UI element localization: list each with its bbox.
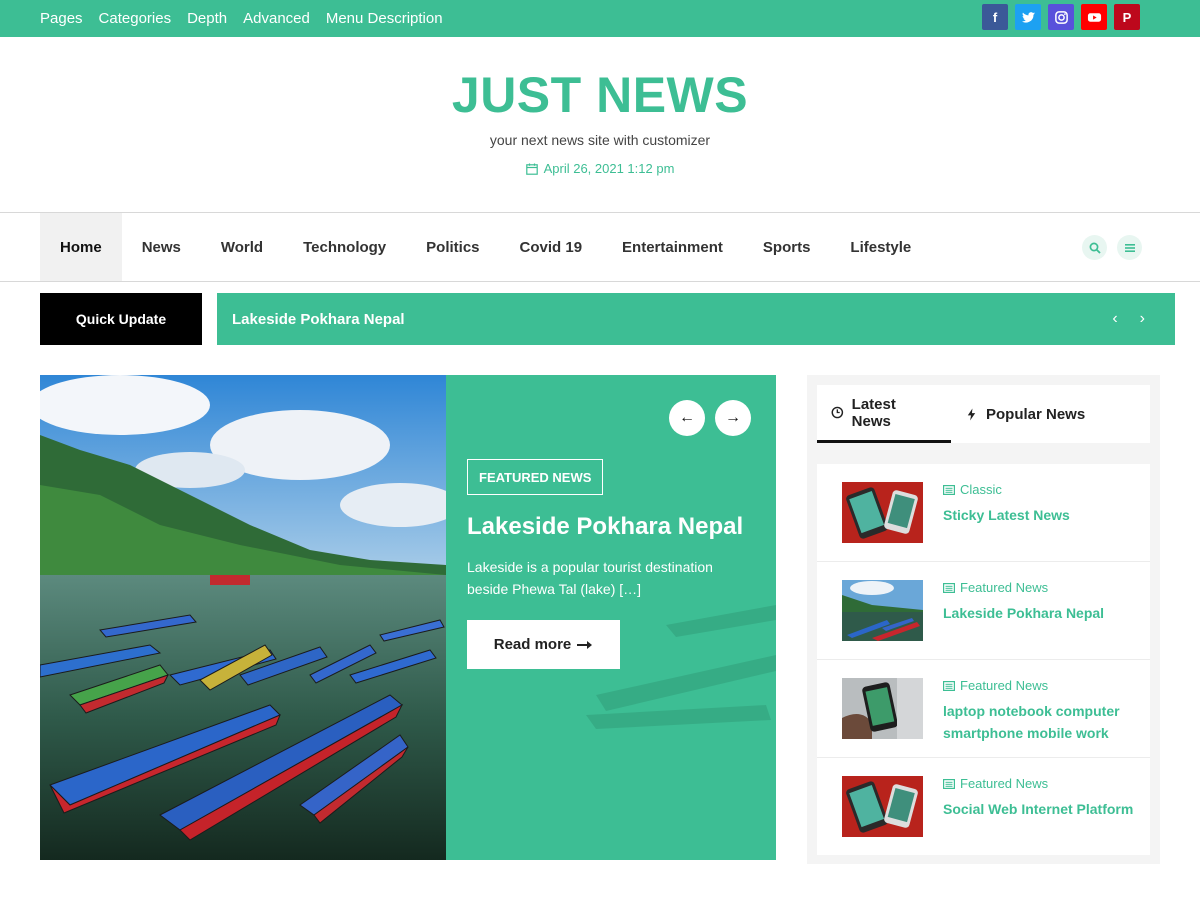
- post-title[interactable]: Social Web Internet Platform: [943, 798, 1138, 820]
- tab-popular-news[interactable]: Popular News: [951, 385, 1099, 443]
- nav-actions: [1082, 235, 1142, 260]
- bolt-icon: [967, 407, 976, 421]
- post-thumbnail[interactable]: [842, 580, 923, 641]
- site-tagline: your next news site with customizer: [489, 132, 711, 148]
- post-thumbnail[interactable]: [842, 482, 923, 543]
- read-more-button[interactable]: Read more: [467, 620, 620, 669]
- social-links: f P: [982, 4, 1140, 30]
- post-category[interactable]: Featured News: [943, 776, 1048, 791]
- tab-popular-news-label: Popular News: [986, 405, 1086, 423]
- news-ticker: Lakeside Pokhara Nepal ‹ ›: [217, 293, 1175, 345]
- post-category-label: Classic: [960, 482, 1002, 497]
- facebook-icon[interactable]: f: [982, 4, 1008, 30]
- nav-item-technology[interactable]: Technology: [283, 213, 406, 281]
- list-item[interactable]: Featured News laptop notebook computer s…: [817, 660, 1150, 758]
- main-nav-list: Home News World Technology Politics Covi…: [40, 213, 931, 281]
- arrow-right-icon: [577, 640, 593, 649]
- featured-title[interactable]: Lakeside Pokhara Nepal: [467, 513, 767, 541]
- ticker-prev-button[interactable]: ‹: [1112, 310, 1117, 328]
- post-category[interactable]: Classic: [943, 482, 1002, 497]
- post-category[interactable]: Featured News: [943, 580, 1048, 595]
- post-title[interactable]: laptop notebook computer smartphone mobi…: [943, 700, 1138, 744]
- featured-image[interactable]: [40, 375, 446, 860]
- newspaper-icon: [943, 778, 955, 789]
- post-title[interactable]: Sticky Latest News: [943, 504, 1138, 526]
- ticker-next-button[interactable]: ›: [1140, 310, 1145, 328]
- post-thumbnail[interactable]: [842, 776, 923, 837]
- featured-next-button[interactable]: →: [715, 400, 751, 436]
- post-category-label: Featured News: [960, 678, 1049, 693]
- nav-item-entertainment[interactable]: Entertainment: [602, 213, 743, 281]
- list-item[interactable]: Featured News Lakeside Pokhara Nepal: [817, 562, 1150, 660]
- post-category-label: Featured News: [960, 580, 1049, 595]
- newspaper-icon: [943, 484, 955, 495]
- top-link-advanced[interactable]: Advanced: [243, 10, 310, 27]
- nav-item-home[interactable]: Home: [40, 213, 122, 281]
- top-link-depth[interactable]: Depth: [187, 10, 227, 27]
- top-nav: Pages Categories Depth Advanced Menu Des…: [40, 0, 443, 37]
- newspaper-icon: [943, 680, 955, 691]
- main-nav: Home News World Technology Politics Covi…: [0, 212, 1200, 282]
- post-category[interactable]: Featured News: [943, 678, 1048, 693]
- top-link-menu-description[interactable]: Menu Description: [326, 10, 443, 27]
- tab-latest-news-label: Latest News: [851, 395, 896, 430]
- header-date: April 26, 2021 1:12 pm: [0, 161, 1200, 176]
- featured-badge[interactable]: FEATURED NEWS: [467, 459, 604, 495]
- top-bar: Pages Categories Depth Advanced Menu Des…: [0, 0, 1200, 37]
- post-title[interactable]: Lakeside Pokhara Nepal: [943, 602, 1138, 624]
- featured-panel: [446, 375, 776, 860]
- list-item[interactable]: Featured News Social Web Internet Platfo…: [817, 758, 1150, 856]
- instagram-icon[interactable]: [1048, 4, 1074, 30]
- sidebar-tabs: Latest News Popular News: [817, 385, 1150, 443]
- menu-icon[interactable]: [1117, 235, 1142, 260]
- newspaper-icon: [943, 582, 955, 593]
- clock-icon: [831, 406, 844, 419]
- calendar-icon: [525, 163, 538, 175]
- ticker-headline[interactable]: Lakeside Pokhara Nepal: [232, 293, 405, 345]
- featured-excerpt: Lakeside is a popular tourist destinatio…: [467, 559, 713, 597]
- ticker-controls: ‹ ›: [1112, 293, 1145, 345]
- top-link-categories[interactable]: Categories: [99, 10, 172, 27]
- quick-update-label: Quick Update: [40, 293, 202, 345]
- pinterest-icon[interactable]: P: [1114, 4, 1140, 30]
- twitter-icon[interactable]: [1015, 4, 1041, 30]
- post-category-label: Featured News: [960, 776, 1049, 791]
- featured-prev-button[interactable]: ←: [669, 400, 705, 436]
- nav-item-news[interactable]: News: [122, 213, 201, 281]
- latest-news-list: Classic Sticky Latest News Featured News…: [817, 464, 1150, 855]
- top-link-pages[interactable]: Pages: [40, 10, 83, 27]
- list-item[interactable]: Classic Sticky Latest News: [817, 464, 1150, 562]
- search-icon[interactable]: [1082, 235, 1107, 260]
- nav-item-politics[interactable]: Politics: [406, 213, 499, 281]
- nav-item-world[interactable]: World: [201, 213, 283, 281]
- nav-item-sports[interactable]: Sports: [743, 213, 831, 281]
- site-title[interactable]: JUST NEWS: [0, 66, 1200, 124]
- nav-item-covid-19[interactable]: Covid 19: [500, 213, 603, 281]
- nav-item-lifestyle[interactable]: Lifestyle: [830, 213, 931, 281]
- date-text: April 26, 2021 1:12 pm: [543, 161, 675, 176]
- post-thumbnail[interactable]: [842, 678, 923, 739]
- youtube-icon[interactable]: [1081, 4, 1107, 30]
- read-more-label: Read more: [493, 636, 572, 653]
- tab-latest-news[interactable]: Latest News: [817, 385, 951, 443]
